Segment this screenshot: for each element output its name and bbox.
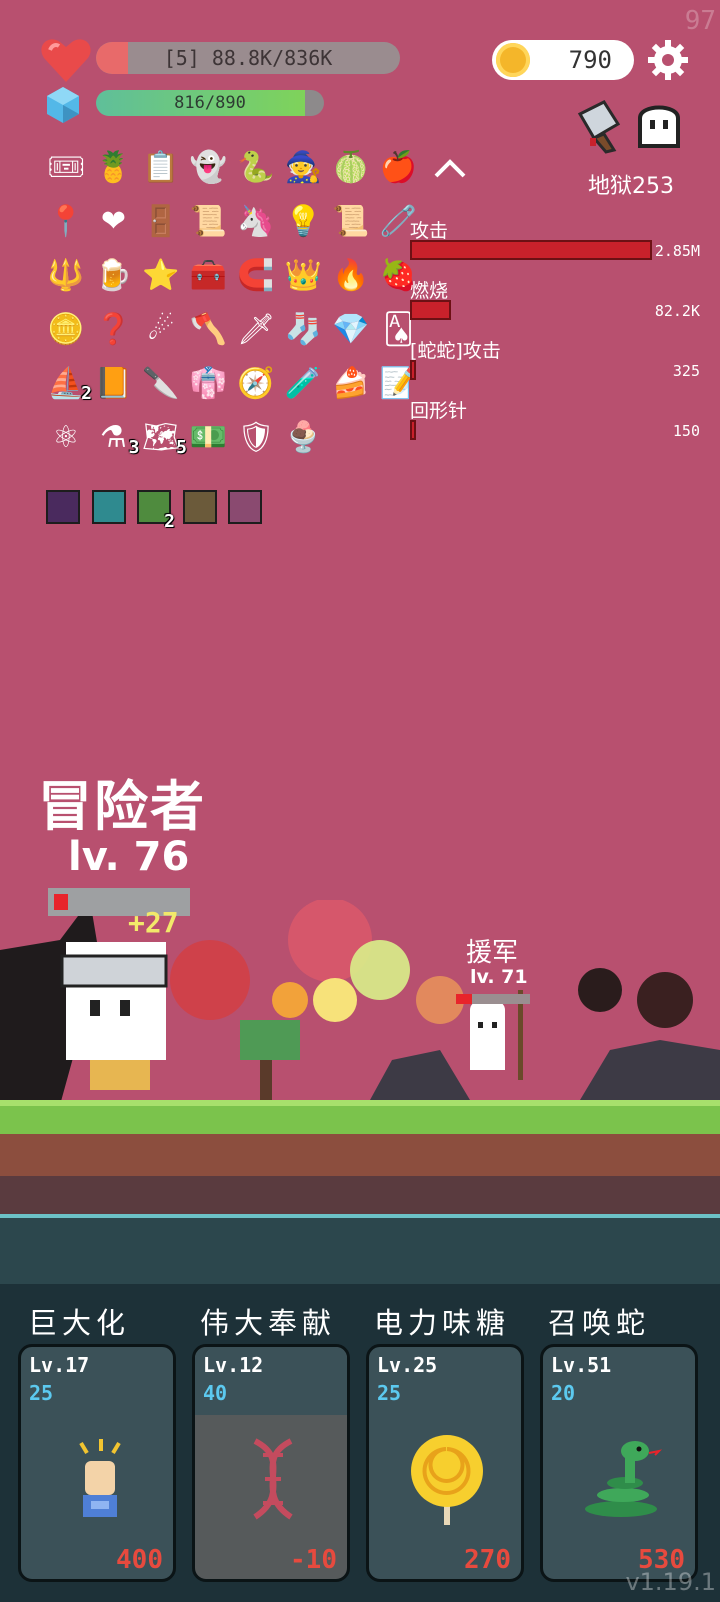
damage-value: 150 [672, 422, 700, 440]
check-card-icon[interactable]: 2 [137, 490, 175, 532]
skill-mana-cost: 25 [29, 1381, 54, 1405]
skill-level: Lv.51 [551, 1353, 612, 1377]
player-status-fill [54, 894, 68, 910]
lollipop-icon [399, 1431, 495, 1527]
damage-value: 325 [672, 362, 700, 380]
damage-label: 攻击 [410, 220, 449, 242]
skill-card-dna[interactable]: Lv.12 40 -10 [192, 1344, 350, 1582]
skill-name: 巨大化 [28, 1306, 131, 1340]
totem-card-icon[interactable] [228, 490, 262, 524]
skill-card-snake[interactable]: Lv.51 20 530 [540, 1344, 698, 1582]
burst-card-icon[interactable] [182, 490, 217, 524]
demon-card-icon[interactable] [46, 490, 80, 524]
ally-name: 援军 [466, 938, 519, 968]
damage-label: 燃烧 [410, 280, 449, 302]
battle-scene [0, 900, 720, 1105]
card-count: 2 [164, 511, 175, 532]
damage-label: [蛇蛇]攻击 [410, 340, 501, 362]
damage-value: 82.2K [654, 302, 700, 320]
skill-mana-cost: 20 [551, 1381, 576, 1405]
xp-gain-popup: +27 [128, 906, 179, 939]
skill-name: 电力味糖 [374, 1306, 511, 1340]
damage-stats: 攻击 2.85M 燃烧 82.2K [蛇蛇]攻击 325 回形针 150 [0, 0, 720, 460]
ally-hp-bar [456, 994, 530, 1004]
damage-bar [410, 300, 452, 320]
damage-bar [410, 240, 652, 260]
snake-icon [573, 1431, 669, 1527]
fist-icon [51, 1431, 147, 1527]
skill-upgrade-price: 400 [116, 1545, 163, 1575]
damage-label: 回形针 [410, 400, 468, 422]
damage-value: 2.85M [654, 242, 700, 260]
skill-name: 召唤蛇 [548, 1306, 651, 1340]
ally-level: lv. 71 [470, 966, 528, 988]
player-name: 冒险者 [38, 775, 206, 838]
skill-card-fist[interactable]: Lv.17 25 400 [18, 1344, 176, 1582]
skill-name: 伟大奉献 [200, 1306, 337, 1340]
skill-card-lollipop[interactable]: Lv.25 25 270 [366, 1344, 524, 1582]
skill-upgrade-price: 270 [464, 1545, 511, 1575]
damage-bar [410, 360, 416, 380]
skill-level: Lv.25 [377, 1353, 438, 1377]
skill-level: Lv.12 [203, 1353, 264, 1377]
skill-mana-cost: 25 [377, 1381, 402, 1405]
player-level: lv. 76 [68, 834, 190, 880]
light-card-icon[interactable] [91, 490, 126, 524]
dark-dirt-layer [0, 1176, 720, 1214]
dna-icon [225, 1431, 321, 1527]
skill-upgrade-price: -10 [290, 1545, 337, 1575]
version-label: v1.19.1 [625, 1568, 716, 1596]
ally-hp-fill [456, 994, 473, 1004]
skill-level: Lv.17 [29, 1353, 90, 1377]
skill-mana-cost: 40 [203, 1381, 228, 1405]
damage-bar [410, 420, 416, 440]
